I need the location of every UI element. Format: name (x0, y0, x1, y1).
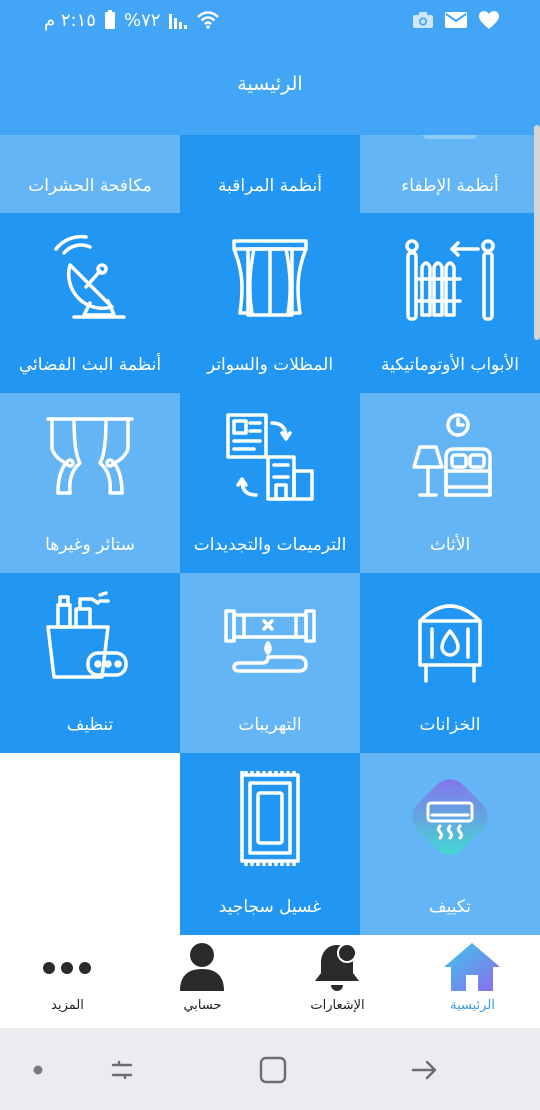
tile-tanks[interactable]: الخزانات (360, 573, 540, 753)
status-system-info: ٧٢% ٢:١٥ م (44, 8, 220, 32)
furniture-bedroom-icon (400, 411, 500, 506)
bottom-navigation: الرئيسية الإشعارات حسابي المزيد (0, 935, 540, 1028)
fire-extinguishing-icon (422, 135, 478, 139)
heart-icon (478, 10, 500, 30)
battery-icon (104, 10, 116, 30)
back-arrow-icon[interactable] (404, 1050, 444, 1090)
tile-air-conditioning[interactable]: تكييف (360, 753, 540, 935)
tile-carpet-washing[interactable]: غسيل سجاجيد (180, 753, 360, 935)
curtains-icon (40, 411, 140, 506)
cleaning-bucket-icon (40, 591, 140, 686)
tile-label: تكييف (429, 897, 471, 917)
page-title: الرئيسية (237, 73, 303, 95)
window-curtains-icon (220, 231, 320, 326)
tile-automatic-doors[interactable]: الأبواب الأوتوماتيكية (360, 213, 540, 393)
tile-label: الأثاث (429, 535, 471, 555)
home-icon (442, 941, 502, 993)
nav-label: الرئيسية (450, 998, 495, 1013)
tile-label: مكافحة الحشرات (28, 176, 152, 196)
tile-satellite[interactable]: أنظمة البث الفضائي (0, 213, 180, 393)
camera-icon (412, 11, 434, 29)
wifi-icon (196, 10, 220, 30)
clock-time: ٢:١٥ م (44, 9, 96, 31)
status-notification-icons (412, 8, 500, 32)
nav-notifications[interactable]: الإشعارات (270, 935, 405, 1028)
nav-more[interactable]: المزيد (0, 935, 135, 1028)
tile-curtains[interactable]: ستائر وغيرها (0, 393, 180, 573)
screen: ٧٢% ٢:١٥ م الرئيسية أنظمة الإطفاء أنظمة … (0, 0, 540, 1110)
tile-label: الخزانات (419, 715, 481, 735)
air-conditioner-icon (400, 771, 500, 866)
nav-label: الإشعارات (310, 998, 365, 1013)
empty-cell (0, 753, 180, 935)
tile-fire-systems[interactable]: أنظمة الإطفاء (360, 135, 540, 213)
mail-icon (444, 11, 468, 29)
tile-leaks[interactable]: التهريبات (180, 573, 360, 753)
renovation-icon (220, 411, 320, 506)
system-navigation-bar (0, 1028, 540, 1110)
nav-home[interactable]: الرئيسية (405, 935, 540, 1028)
tile-furniture[interactable]: الأثاث (360, 393, 540, 573)
services-grid: أنظمة الإطفاء أنظمة المراقبة مكافحة الحش… (0, 135, 540, 935)
nav-label: المزيد (51, 998, 84, 1013)
scrollbar-thumb[interactable] (534, 125, 540, 340)
tile-label: المظلات والسواتر (206, 355, 334, 375)
carpet-icon (220, 769, 320, 867)
satellite-dish-icon (40, 231, 140, 326)
tile-pest-control[interactable]: مكافحة الحشرات (0, 135, 180, 213)
nav-label: حسابي (183, 998, 222, 1013)
tile-surveillance[interactable]: أنظمة المراقبة (180, 135, 360, 213)
tile-label: ستائر وغيرها (45, 535, 135, 555)
nav-account[interactable]: حسابي (135, 935, 270, 1028)
home-square-icon[interactable] (253, 1050, 293, 1090)
tile-label: أنظمة البث الفضائي (18, 355, 162, 375)
tile-label: تنظيف (66, 715, 114, 735)
tile-renovations[interactable]: الترميمات والتجديدات (180, 393, 360, 573)
tile-shades[interactable]: المظلات والسواتر (180, 213, 360, 393)
tile-label: التهريبات (238, 715, 302, 735)
tile-label: أنظمة المراقبة (218, 176, 322, 196)
recent-apps-icon[interactable] (102, 1050, 142, 1090)
tile-label: أنظمة الإطفاء (401, 176, 499, 196)
tile-label: الأبواب الأوتوماتيكية (381, 355, 519, 375)
bell-icon (307, 941, 367, 993)
app-bar: الرئيسية (0, 40, 540, 135)
tile-label: غسيل سجاجيد (218, 897, 322, 917)
more-dots-icon (37, 941, 97, 993)
tile-cleaning[interactable]: تنظيف (0, 573, 180, 753)
signal-icon (168, 10, 188, 30)
water-tank-icon (400, 591, 500, 686)
battery-percent: ٧٢% (123, 9, 161, 31)
automatic-gate-icon (400, 231, 500, 326)
leaking-pipe-icon (220, 591, 320, 686)
dot-indicator-icon (18, 1050, 58, 1090)
status-bar: ٧٢% ٢:١٥ م (0, 0, 540, 40)
user-icon (172, 941, 232, 993)
tile-label: الترميمات والتجديدات (193, 535, 347, 555)
